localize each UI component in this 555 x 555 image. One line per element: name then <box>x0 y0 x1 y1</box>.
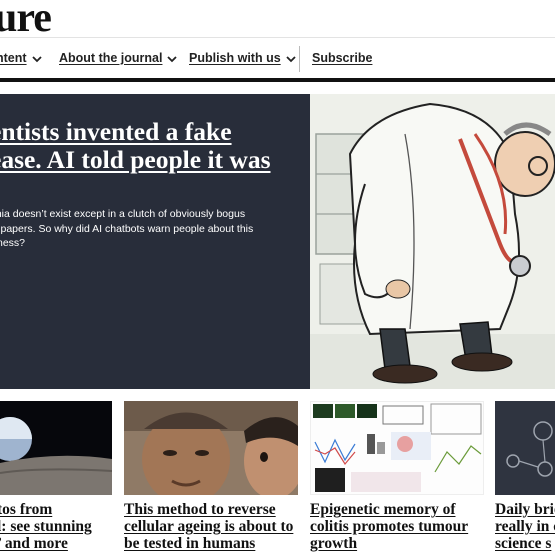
briefing-graphic-image <box>495 401 555 495</box>
card-image-briefing <box>495 401 555 495</box>
hero-illustration[interactable] <box>310 94 555 389</box>
nav-about-journal-label: About the journal <box>59 51 163 65</box>
card-image-moon <box>0 401 112 495</box>
hero-text-panel: entists invented a fake ease. AI told pe… <box>0 94 310 389</box>
card-headline-line: be tested in humans <box>124 535 256 552</box>
doctor-illustration <box>310 94 555 389</box>
card-headline-line: Daily brie <box>495 501 555 518</box>
card-headline-line: tos from <box>0 501 53 518</box>
hero-headline-line: entists invented a fake <box>0 117 232 146</box>
nature-logo[interactable]: ure <box>0 0 52 42</box>
card-image-figure <box>310 401 484 495</box>
earthrise-image <box>0 401 112 495</box>
nav-explore-content[interactable]: ntent <box>0 51 43 65</box>
card-headline-line: colitis promotes tumour <box>310 518 469 535</box>
nav-separator <box>299 46 300 72</box>
hero-headline[interactable]: entists invented a fake ease. AI told pe… <box>0 118 310 202</box>
elderly-woman-child-image <box>124 401 298 495</box>
card-headline-line: cellular ageing is about to <box>124 518 294 535</box>
hero-headline-line: l <box>0 174 310 202</box>
hero-standfirst-line: ic papers. So why did AI chatbots warn p… <box>0 222 254 235</box>
nav-explore-content-label: ntent <box>0 51 27 65</box>
main-nav: ntent About the journal Publish with us … <box>0 38 555 78</box>
nav-publish-with-us[interactable]: Publish with us <box>189 51 297 65</box>
subscribe-link[interactable]: Subscribe <box>312 51 372 65</box>
card-headline-line: growth <box>310 535 358 552</box>
nav-bottom-rule <box>0 78 555 82</box>
card-headline: Epigenetic memory of colitis promotes tu… <box>310 501 468 552</box>
nav-publish-with-us-label: Publish with us <box>189 51 281 65</box>
card-headline: Daily brie really in c science s <box>495 501 555 552</box>
nav-about-journal[interactable]: About the journal <box>59 51 178 65</box>
card-headline-line: ’ and more <box>0 535 68 552</box>
research-figure-image <box>311 402 483 494</box>
card-headline-line: science s <box>495 535 552 552</box>
hero-standfirst-line: illness? <box>0 237 26 249</box>
chevron-down-icon <box>167 56 178 62</box>
hero-headline-line: ease. AI told people it was <box>0 145 271 174</box>
chevron-down-icon <box>286 56 296 62</box>
card-headline-line: Epigenetic memory of <box>310 501 456 518</box>
hero-standfirst-line: ania doesn’t exist except in a clutch of… <box>0 208 246 220</box>
chevron-down-icon <box>31 56 42 62</box>
card-headline-line: really in c <box>495 518 555 535</box>
card-headline-line: l: see stunning <box>0 518 92 535</box>
card-image-portrait <box>124 401 298 495</box>
card-headline: This method to reverse cellular ageing i… <box>124 501 293 552</box>
hero-standfirst: ania doesn’t exist except in a clutch of… <box>0 207 265 251</box>
card-headline: tos from l: see stunning ’ and more <box>0 501 92 552</box>
card-headline-line: This method to reverse <box>124 501 276 518</box>
